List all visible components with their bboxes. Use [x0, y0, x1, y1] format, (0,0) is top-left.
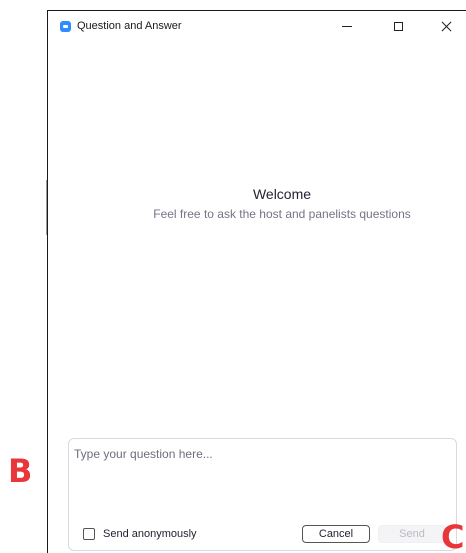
minimize-icon — [342, 25, 352, 27]
maximize-button[interactable] — [383, 15, 413, 37]
welcome-subtitle: Feel free to ask the host and panelists … — [153, 207, 411, 221]
cancel-button[interactable]: Cancel — [302, 525, 370, 543]
send-anonymously-label: Send anonymously — [103, 528, 197, 540]
qa-window: Question and Answer Welcome Feel free to… — [47, 10, 466, 553]
question-input[interactable] — [74, 447, 449, 507]
maximize-icon — [393, 21, 403, 31]
window-title: Question and Answer — [77, 20, 182, 32]
zoom-app-icon — [60, 21, 71, 32]
send-anonymously-checkbox[interactable] — [83, 528, 95, 540]
annotation-label-b: B — [8, 452, 33, 490]
send-button[interactable]: Send — [378, 525, 446, 543]
send-anonymously-option[interactable]: Send anonymously — [83, 528, 197, 540]
welcome-title: Welcome — [252, 186, 312, 202]
close-icon — [441, 21, 452, 32]
close-button[interactable] — [431, 15, 461, 37]
title-bar[interactable]: Question and Answer — [48, 11, 466, 41]
question-compose-box: Send anonymously Cancel Send — [68, 438, 457, 551]
welcome-panel: Welcome Feel free to ask the host and pa… — [48, 186, 466, 221]
annotation-label-c: C — [441, 518, 465, 553]
page: Question and Answer Welcome Feel free to… — [0, 0, 466, 553]
minimize-button[interactable] — [332, 15, 362, 37]
